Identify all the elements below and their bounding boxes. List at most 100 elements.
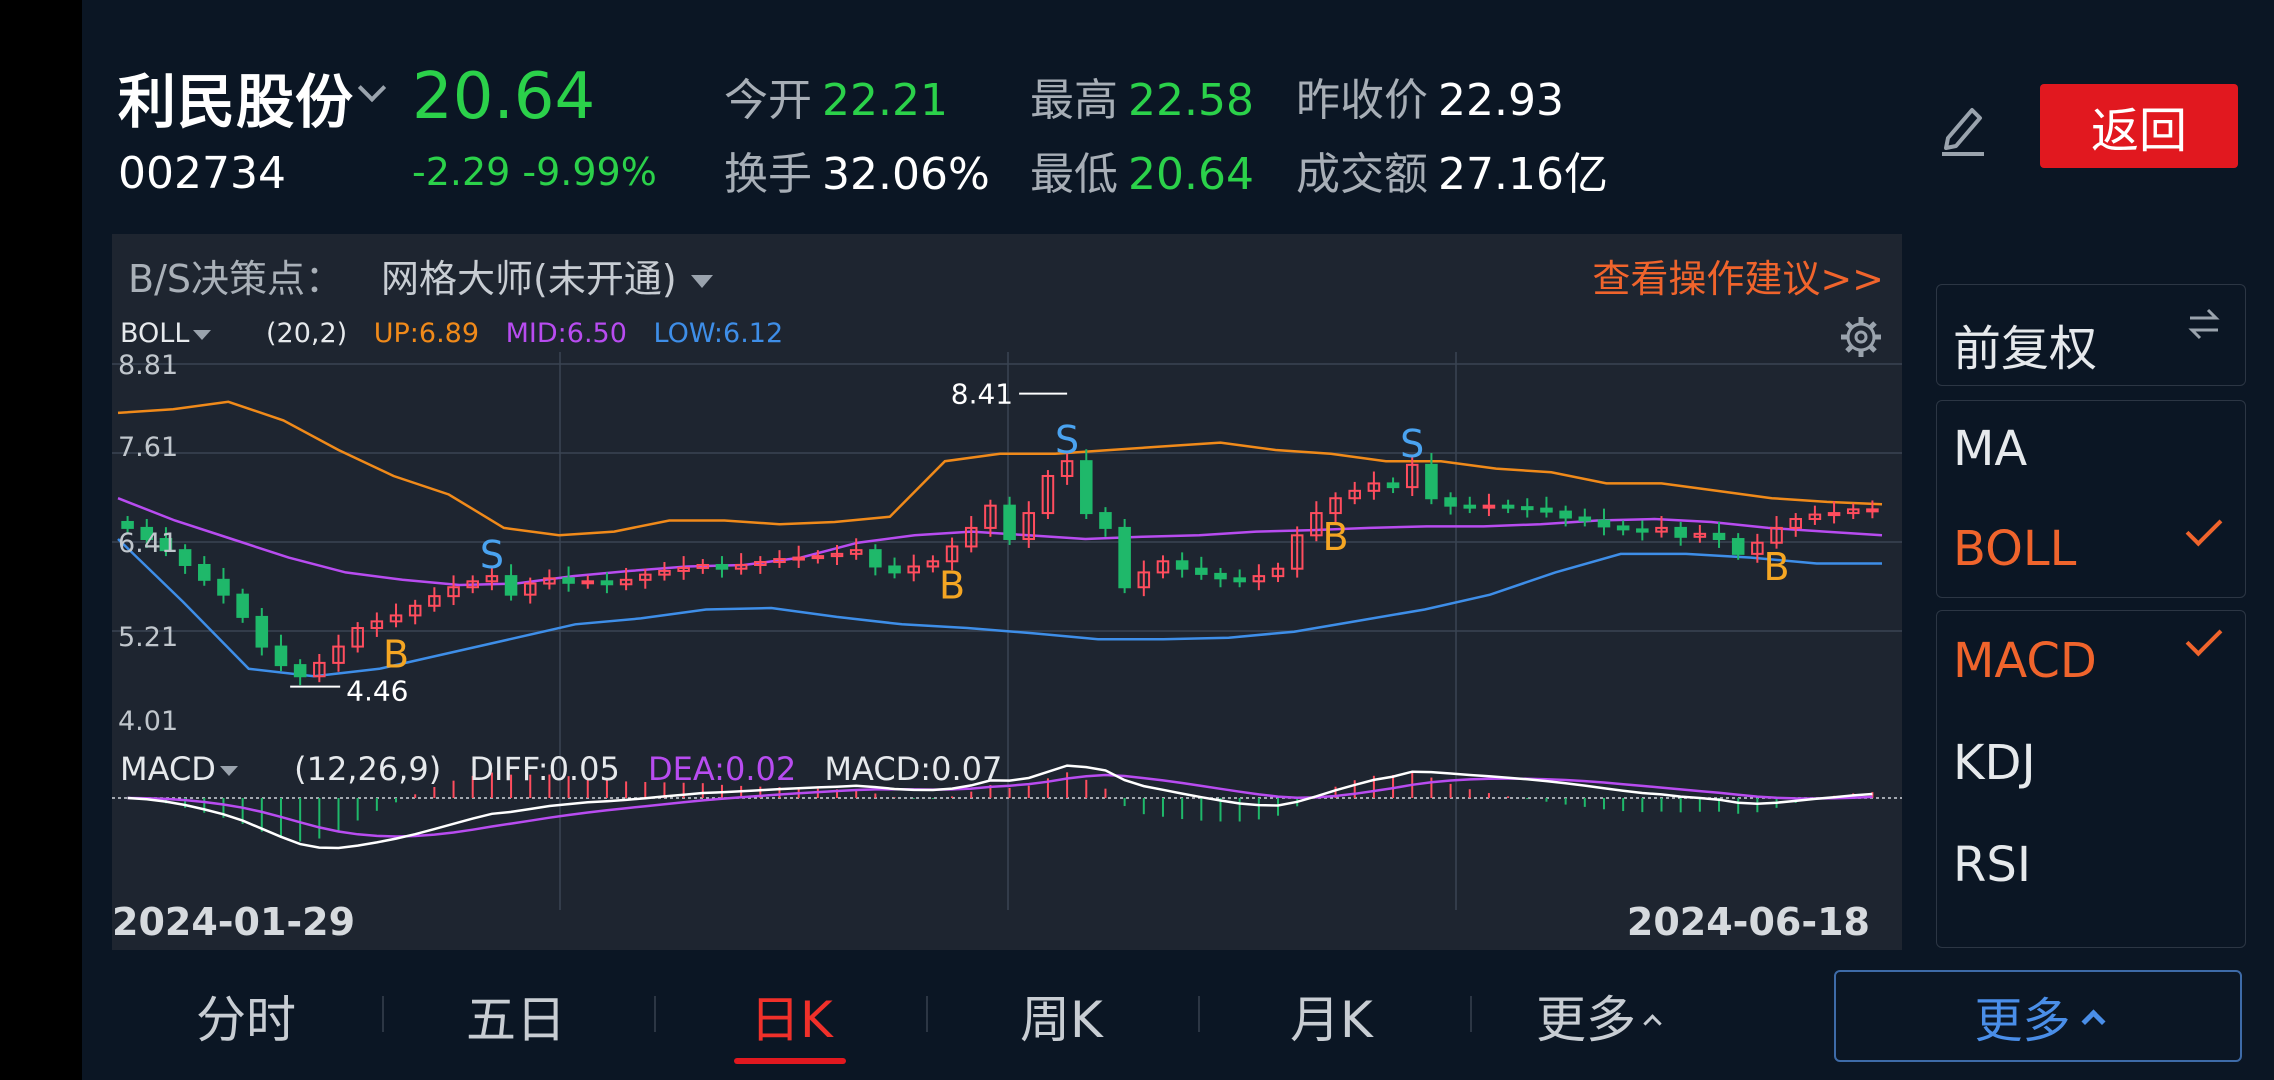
stat-open-label: 今开 — [724, 75, 812, 126]
candle-body — [1425, 463, 1438, 500]
candle-body — [1003, 504, 1016, 541]
boll-up-line — [117, 400, 1883, 537]
edit-icon[interactable] — [1938, 100, 1988, 156]
adjust-label[interactable]: 前复权 — [1953, 309, 2097, 379]
candle-body — [1578, 516, 1592, 522]
current-price: 20.64 — [412, 60, 596, 134]
tab-divider — [1198, 996, 1200, 1032]
candle-body — [1866, 508, 1879, 513]
candle-body — [1463, 504, 1477, 509]
stat-amount-label: 成交额 — [1296, 149, 1428, 200]
candle-body — [1540, 507, 1553, 513]
y-tick-5: 4.01 — [118, 706, 179, 737]
buy-signal-marker: B — [383, 632, 409, 676]
candle-body — [217, 578, 230, 596]
back-button[interactable]: 返回 — [2040, 84, 2238, 168]
stat-prev-close-label: 昨收价 — [1296, 75, 1428, 126]
macd-name[interactable]: MACD — [120, 750, 216, 788]
y-tick-1: 8.81 — [118, 350, 179, 381]
indicator-kdj[interactable]: KDJ — [1953, 735, 2036, 791]
tab-divider — [382, 996, 384, 1032]
more-button-label: 更多 — [1974, 993, 2071, 1049]
tab-divider — [1470, 996, 1472, 1032]
buy-signal-marker: B — [1764, 545, 1790, 589]
candle-body — [1444, 497, 1457, 507]
chevron-up-icon — [2080, 1008, 2106, 1034]
stat-low: 最低 20.64 — [1030, 138, 1254, 202]
candle-body — [1616, 525, 1630, 531]
y-tick-4: 5.21 — [118, 622, 179, 653]
tab-divider — [654, 996, 656, 1032]
candle-body — [198, 563, 211, 581]
candle-body — [1827, 512, 1841, 517]
check-icon — [2185, 509, 2223, 547]
stat-turnover: 换手 32.06% — [724, 138, 990, 202]
y-tick-2: 7.61 — [118, 432, 179, 463]
stat-low-value: 20.64 — [1128, 149, 1254, 200]
candle-body — [1636, 528, 1649, 533]
candle-body — [562, 577, 575, 584]
stock-code: 002734 — [118, 148, 286, 199]
kline-svg[interactable]: 8.414.46BSBSBSB — [112, 234, 1902, 950]
candle-body — [1482, 504, 1496, 509]
tab-daily-k[interactable]: 日K — [750, 980, 833, 1052]
candle-body — [1099, 512, 1112, 529]
chevron-down-icon[interactable] — [219, 766, 238, 776]
candle-body — [1195, 567, 1208, 575]
indicator-ma[interactable]: MA — [1953, 421, 2027, 477]
sub-indicator-group: MACD KDJ RSI — [1936, 610, 2246, 948]
sell-signal-marker: S — [480, 533, 504, 577]
macd-value: MACD:0.07 — [824, 750, 1003, 788]
sell-signal-marker: S — [1055, 418, 1079, 462]
date-start: 2024-01-29 — [112, 900, 356, 944]
tab-monthly-k[interactable]: 月K — [1290, 980, 1373, 1052]
tab-weekly-k[interactable]: 周K — [1020, 980, 1103, 1052]
price-change: -2.29 -9.99% — [412, 150, 657, 194]
candle-body — [504, 575, 518, 596]
candle-body — [1214, 572, 1227, 580]
macd-legend[interactable]: MACD (12,26,9) DIFF:0.05 DEA:0.02 MACD:0… — [120, 750, 1020, 788]
stat-amount-value: 27.16亿 — [1438, 149, 1608, 200]
tab-five-day[interactable]: 五日 — [466, 980, 566, 1052]
candle-body — [1175, 560, 1189, 570]
swap-icon[interactable] — [2184, 304, 2224, 344]
buy-signal-marker: B — [1323, 515, 1349, 559]
candle-body — [1521, 506, 1534, 511]
candle-body — [274, 645, 288, 667]
stat-high-label: 最高 — [1030, 75, 1118, 126]
stat-open-value: 22.21 — [822, 75, 948, 126]
indicator-macd[interactable]: MACD — [1953, 633, 2097, 689]
indicator-boll[interactable]: BOLL — [1953, 521, 2076, 577]
stat-open: 今开 22.21 — [724, 64, 948, 128]
indicator-rsi[interactable]: RSI — [1953, 837, 2031, 893]
stat-low-label: 最低 — [1030, 149, 1118, 200]
candle-body — [1080, 460, 1093, 515]
more-button[interactable]: 更多 — [1834, 970, 2242, 1062]
candle-body — [1712, 532, 1726, 541]
stock-name[interactable]: 利民股份 — [118, 55, 354, 139]
tab-intraday[interactable]: 分时 — [196, 980, 296, 1052]
macd-dea: DEA:0.02 — [647, 750, 797, 788]
stat-high-value: 22.58 — [1128, 75, 1254, 126]
stat-turnover-label: 换手 — [724, 149, 812, 200]
candle-body — [1233, 577, 1246, 583]
y-tick-3: 6.41 — [118, 528, 179, 559]
main-indicator-group: MA BOLL — [1936, 400, 2246, 598]
kline-chart-panel[interactable]: B/S决策点： 网格大师(未开通) 查看操作建议>> BOLL (20,2) UP… — [112, 234, 1902, 950]
candle-body — [715, 563, 729, 570]
tab-more[interactable]: 更多 — [1536, 980, 1662, 1052]
candle-body — [792, 556, 805, 561]
active-tab-indicator — [734, 1058, 846, 1064]
candle-body — [178, 549, 192, 566]
max-price-label: 8.41 — [951, 378, 1013, 411]
candle-body — [255, 615, 269, 648]
candle-body — [1501, 504, 1515, 509]
candle-body — [869, 549, 882, 568]
candle-body — [888, 565, 901, 574]
candle-body — [236, 593, 249, 618]
candle-body — [1386, 482, 1400, 489]
chevron-up-icon — [1643, 1014, 1662, 1033]
min-price-label: 4.46 — [346, 675, 408, 708]
stat-high: 最高 22.58 — [1030, 64, 1254, 128]
candle-body — [1597, 519, 1611, 528]
